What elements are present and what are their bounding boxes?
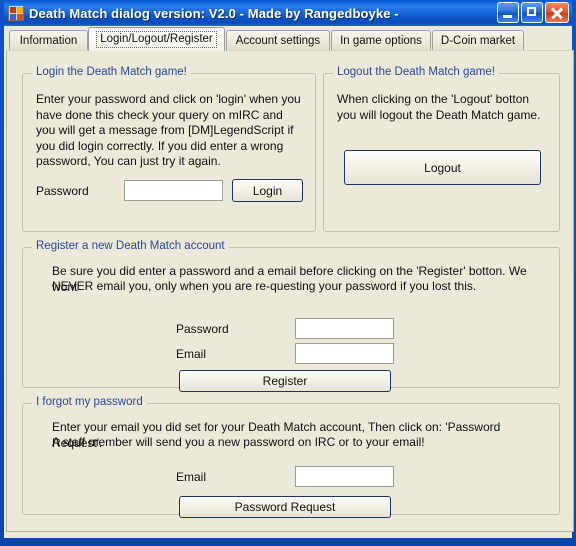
logout-button[interactable]: Logout [344, 150, 541, 185]
tab-page-login-logout-register: Login the Death Match game! Enter your p… [6, 50, 574, 532]
tab-label: Account settings [235, 34, 321, 47]
login-description: Enter your password and click on 'login'… [36, 92, 301, 168]
forgot-description-line2: A staff member will send you a new passw… [52, 435, 425, 449]
password-request-button[interactable]: Password Request [179, 496, 391, 518]
forgot-group-legend: I forgot my password [32, 396, 147, 408]
window-controls [497, 2, 569, 23]
tab-label: D-Coin market [440, 34, 516, 47]
forgot-password-group: I forgot my password Enter your email yo… [22, 396, 560, 518]
logout-group: Logout the Death Match game! When clicki… [323, 66, 560, 232]
register-password-label: Password [176, 322, 229, 336]
tab-account-settings[interactable]: Account settings [226, 30, 330, 50]
login-password-input[interactable] [124, 180, 223, 201]
forgot-email-label: Email [176, 470, 207, 484]
logout-description: When clicking on the 'Logout' botton you… [337, 92, 541, 122]
login-group-legend: Login the Death Match game! [32, 66, 191, 78]
tab-label: Login/Logout/Register [96, 31, 217, 48]
register-button[interactable]: Register [179, 370, 391, 392]
login-group: Login the Death Match game! Enter your p… [22, 66, 316, 232]
login-password-label: Password [36, 184, 89, 198]
register-email-label: Email [176, 347, 207, 361]
tab-d-coin-market[interactable]: D-Coin market [432, 30, 524, 50]
register-group: Register a new Death Match account Be su… [22, 240, 560, 392]
tab-label: Information [19, 34, 78, 47]
title-bar: Death Match dialog version: V2.0 - Made … [4, 0, 572, 26]
login-button[interactable]: Login [232, 179, 303, 202]
register-group-legend: Register a new Death Match account [32, 240, 229, 252]
window-title: Death Match dialog version: V2.0 - Made … [29, 5, 399, 21]
maximize-button[interactable] [521, 2, 543, 23]
minimize-button[interactable] [497, 2, 519, 23]
app-icon [8, 5, 24, 21]
register-email-input[interactable] [295, 343, 394, 364]
tab-in-game-options[interactable]: In game options [331, 30, 431, 50]
logout-group-legend: Logout the Death Match game! [333, 66, 499, 78]
close-button[interactable] [545, 2, 569, 23]
register-description-line2: NEVER email you, only when you are re-qu… [52, 279, 477, 293]
tab-login-logout-register[interactable]: Login/Logout/Register [88, 27, 225, 51]
client-area: Information Login/Logout/Register Accoun… [4, 26, 574, 538]
tab-information[interactable]: Information [9, 30, 88, 50]
application-window: Death Match dialog version: V2.0 - Made … [0, 0, 576, 546]
tab-label: In game options [340, 34, 422, 47]
forgot-email-input[interactable] [295, 466, 394, 487]
register-password-input[interactable] [295, 318, 394, 339]
tab-strip: Information Login/Logout/Register Accoun… [4, 26, 572, 51]
